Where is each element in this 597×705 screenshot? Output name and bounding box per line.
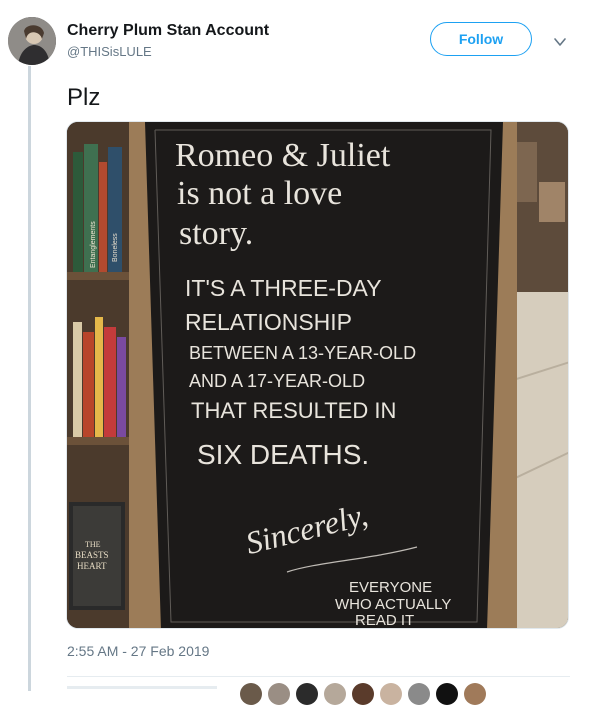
- user-handle[interactable]: @THISisLULE: [67, 44, 152, 59]
- chalk-line-7: AND A 17-YEAR-OLD: [189, 371, 365, 391]
- divider: [67, 676, 570, 677]
- book-title-1: THE: [85, 540, 101, 549]
- book-spine-2: Entanglements: [90, 221, 97, 268]
- liker-avatar[interactable]: [380, 683, 402, 705]
- tweet-text: Plz: [67, 84, 101, 111]
- chevron-down-icon[interactable]: [553, 35, 567, 49]
- book-title-2: BEASTS: [75, 550, 109, 560]
- chalk-line-1: Romeo & Juliet: [175, 137, 391, 174]
- follow-button[interactable]: Follow: [430, 22, 532, 56]
- liker-avatar[interactable]: [436, 683, 458, 705]
- chalk-line-6: BETWEEN A 13-YEAR-OLD: [189, 343, 416, 363]
- chalk-line-8: THAT RESULTED IN: [191, 398, 396, 423]
- liker-avatar[interactable]: [268, 683, 290, 705]
- chalk-line-3: story.: [179, 215, 253, 252]
- book-spine-1: Boneless: [112, 233, 119, 262]
- liker-avatar[interactable]: [464, 683, 486, 705]
- chalk-line-13: READ IT: [355, 612, 414, 629]
- thread-line: [28, 66, 31, 691]
- book-title-3: HEART: [77, 561, 107, 571]
- chalk-line-2: is not a love: [177, 175, 342, 212]
- chalk-line-9: SIX DEATHS.: [197, 439, 369, 470]
- liker-avatar[interactable]: [240, 683, 262, 705]
- tweet-photo[interactable]: Boneless Entanglements THE BEASTS HEART …: [66, 121, 569, 629]
- chalk-line-11: EVERYONE: [349, 579, 432, 596]
- chalk-line-4: IT'S A THREE-DAY: [185, 275, 382, 301]
- tweet-timestamp[interactable]: 2:55 AM - 27 Feb 2019: [67, 643, 209, 659]
- liker-avatar[interactable]: [352, 683, 374, 705]
- display-name[interactable]: Cherry Plum Stan Account: [67, 22, 269, 40]
- chalk-line-12: WHO ACTUALLY: [335, 596, 451, 613]
- chalk-line-5: RELATIONSHIP: [185, 309, 352, 335]
- liker-avatars[interactable]: [240, 683, 486, 705]
- liker-avatar[interactable]: [408, 683, 430, 705]
- chalkboard-photo: Boneless Entanglements THE BEASTS HEART …: [67, 122, 568, 629]
- avatar[interactable]: [8, 17, 56, 65]
- liker-avatar[interactable]: [324, 683, 346, 705]
- liker-avatar[interactable]: [296, 683, 318, 705]
- stats-row: [67, 686, 217, 689]
